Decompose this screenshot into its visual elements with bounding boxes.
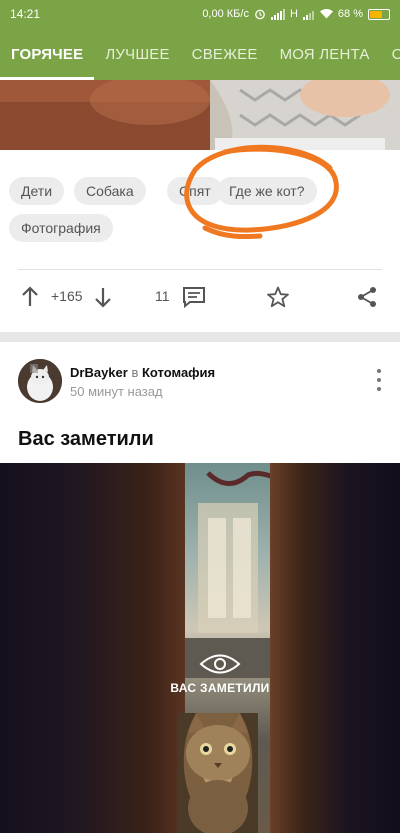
save-button[interactable] [266,286,290,308]
image-watermark: ВАС ЗАМЕТИЛИ [160,653,280,695]
battery-icon [368,8,390,20]
author-line: DrBayker в Котомафия [70,365,215,380]
network-type: H [289,8,298,20]
door-left [0,463,185,833]
avatar-image [18,359,62,403]
share-icon [358,287,376,307]
divider [18,269,382,270]
tag-chip[interactable]: Фотография [9,214,113,242]
more-dot [377,378,381,382]
community-name[interactable]: Котомафия [142,365,215,380]
wifi-icon [319,9,333,19]
upvote-button[interactable] [20,286,40,308]
post-time: 50 минут назад [70,384,163,399]
post-image-content [0,80,400,150]
more-options-button[interactable] [376,369,382,391]
feed-tabs: ГОРЯЧЕЕ ЛУЧШЕЕ СВЕЖЕЕ МОЯ ЛЕНТА СО [0,28,400,80]
arrow-up-icon [22,286,38,306]
rating-value: +165 [51,288,83,304]
comments-count: 11 [155,288,170,304]
signal-icon-2 [302,10,314,20]
post-image[interactable] [0,80,400,150]
post-image[interactable]: ВАС ЗАМЕТИЛИ [0,463,400,833]
arrow-down-icon [95,288,111,308]
more-dot [377,369,381,373]
comments-button[interactable] [182,286,206,308]
tab-fresh[interactable]: СВЕЖЕЕ [181,28,269,80]
cat-figure [178,713,258,833]
door-right [270,463,400,833]
status-time: 14:21 [10,7,41,21]
tab-hot[interactable]: ГОРЯЧЕЕ [0,28,95,80]
tag-chip[interactable]: Спят [167,177,223,205]
watermark-text: ВАС ЗАМЕТИЛИ [170,681,270,695]
avatar[interactable] [18,359,62,403]
post-actions: +165 11 [0,280,400,322]
signal-icon [270,8,285,20]
more-dot [377,387,381,391]
status-bar: 14:21 0,00 КБ/с H 68 % [0,0,400,28]
alarm-icon [255,9,265,20]
post-header: DrBayker в Котомафия 50 минут назад [18,359,388,405]
tab-communities[interactable]: СО [381,28,400,80]
tag-chip[interactable]: Собака [74,177,146,205]
post-card-2: DrBayker в Котомафия 50 минут назад Вас … [0,342,400,833]
author-name[interactable]: DrBayker [70,365,128,380]
eye-icon [199,654,241,674]
cat-face [186,713,250,833]
tab-best[interactable]: ЛУЧШЕЕ [94,28,180,80]
downvote-button[interactable] [93,286,113,308]
comment-icon [183,287,205,308]
post-title[interactable]: Вас заметили [18,428,154,451]
network-speed: 0,00 КБ/с [202,8,249,20]
tag-chip[interactable]: Где же кот? [217,177,317,205]
battery-percent: 68 % [337,8,363,20]
status-indicators: 0,00 КБ/с H 68 % [202,8,390,20]
in-word: в [131,365,139,380]
tag-chip[interactable]: Дети [9,177,65,205]
post-card: Дети Собака Спят Где же кот? Фотография … [0,80,400,332]
tab-my-feed[interactable]: МОЯ ЛЕНТА [269,28,381,80]
share-button[interactable] [356,286,378,308]
star-icon [267,286,289,308]
